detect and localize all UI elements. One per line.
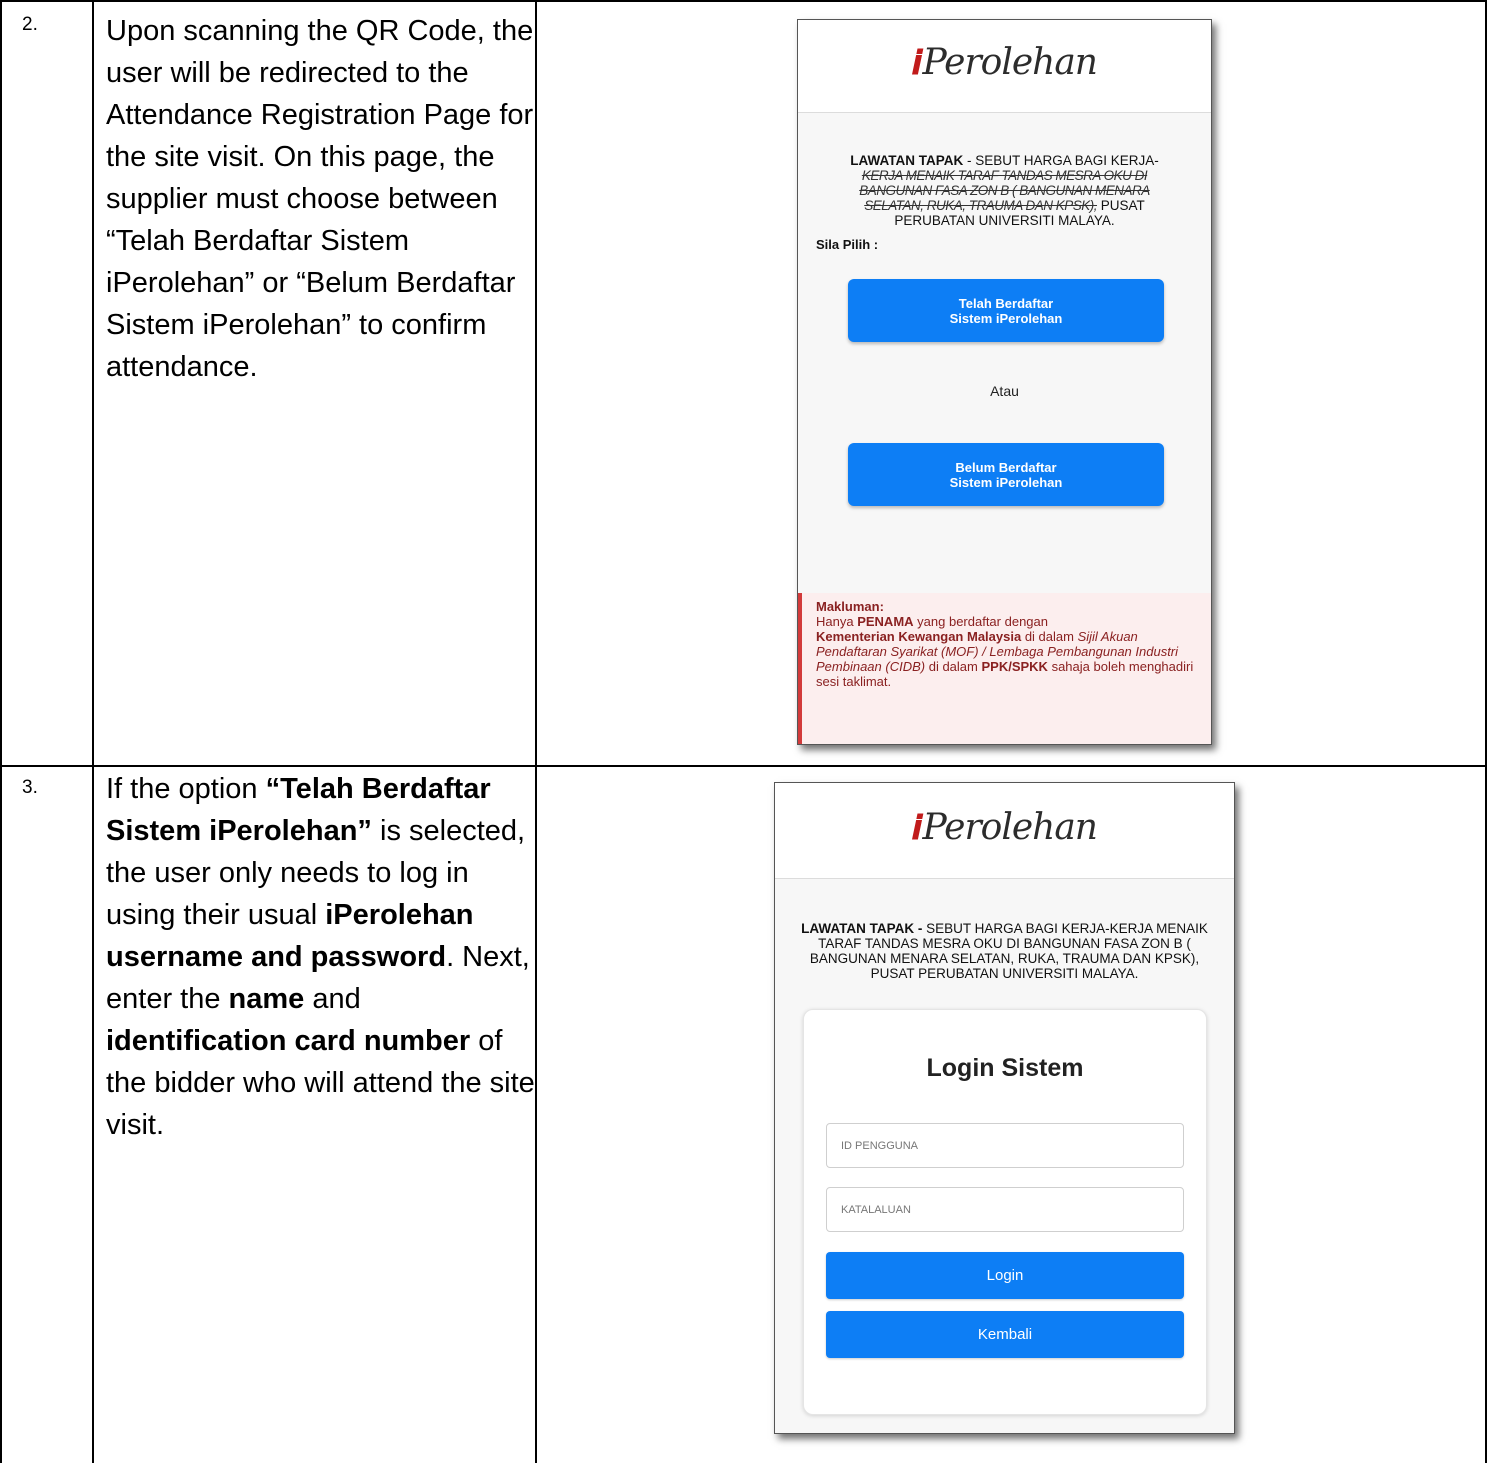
notice-box: Makluman: Hanya PENAMA yang berdaftar de… bbox=[798, 593, 1211, 744]
logo-mark-icon: 𝒊 bbox=[912, 808, 921, 848]
iperolehan-logo: 𝒊Perolehan bbox=[912, 42, 1098, 83]
login-button[interactable]: Login bbox=[826, 1252, 1184, 1299]
app-body: LAWATAN TAPAK - SEBUT HARGA BAGI KERJA-K… bbox=[775, 879, 1234, 1433]
app-body: LAWATAN TAPAK - SEBUT HARGA BAGI KERJA- … bbox=[798, 113, 1211, 744]
password-input[interactable]: KATALALUAN bbox=[826, 1187, 1184, 1232]
choose-label: Sila Pilih : bbox=[816, 237, 879, 252]
table-left-border bbox=[0, 0, 2, 1463]
site-visit-title: LAWATAN TAPAK - SEBUT HARGA BAGI KERJA-K… bbox=[801, 921, 1208, 981]
login-card: Login Sistem ID PENGGUNA KATALALUAN Logi… bbox=[803, 1009, 1207, 1415]
row-divider bbox=[0, 765, 1487, 767]
or-separator: Atau bbox=[990, 383, 1019, 399]
attendance-registration-screenshot: 𝒊Perolehan LAWATAN TAPAK - SEBUT HARGA B… bbox=[797, 19, 1212, 745]
back-button[interactable]: Kembali bbox=[826, 1311, 1184, 1358]
row-number: 3. bbox=[22, 777, 38, 798]
iperolehan-logo: 𝒊Perolehan bbox=[912, 807, 1098, 848]
logo-mark-icon: 𝒊 bbox=[912, 43, 921, 83]
app-header: 𝒊Perolehan bbox=[775, 783, 1234, 879]
app-header: 𝒊Perolehan bbox=[798, 20, 1211, 113]
description-text: Upon scanning the QR Code, the user will… bbox=[106, 15, 534, 383]
notice-heading: Makluman: bbox=[816, 599, 884, 614]
site-visit-title: LAWATAN TAPAK - SEBUT HARGA BAGI KERJA- … bbox=[850, 153, 1159, 228]
row-number: 2. bbox=[22, 14, 38, 35]
row-description: Upon scanning the QR Code, the user will… bbox=[106, 10, 536, 388]
username-input[interactable]: ID PENGGUNA bbox=[826, 1123, 1184, 1168]
row-description: If the option “Telah Berdaftar Sistem iP… bbox=[106, 773, 535, 1141]
registered-option-button[interactable]: Telah Berdaftar Sistem iPerolehan bbox=[848, 279, 1164, 342]
unregistered-option-button[interactable]: Belum Berdaftar Sistem iPerolehan bbox=[848, 443, 1164, 506]
login-title: Login Sistem bbox=[926, 1054, 1084, 1082]
table-top-border bbox=[0, 0, 1487, 2]
login-screenshot: 𝒊Perolehan LAWATAN TAPAK - SEBUT HARGA B… bbox=[774, 782, 1235, 1434]
column-divider-1 bbox=[92, 0, 94, 1463]
